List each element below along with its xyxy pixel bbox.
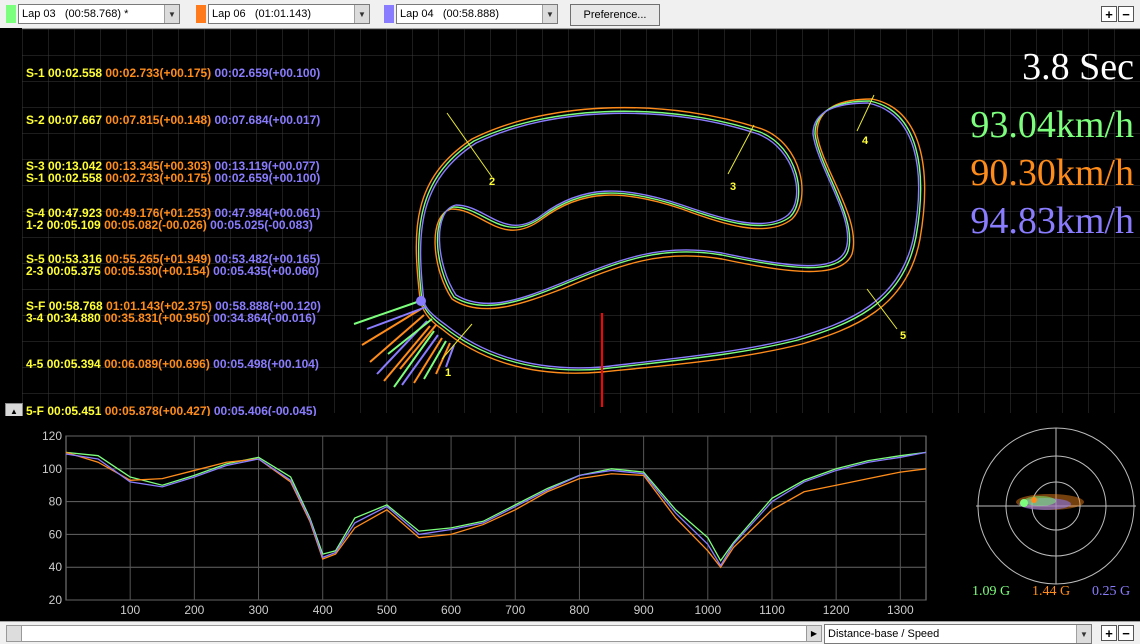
chart-x-tick-label: 1000 bbox=[694, 603, 721, 617]
g-force-lap-a: 1.09 G bbox=[972, 584, 1011, 599]
chart-x-tick-label: 100 bbox=[120, 603, 140, 617]
chart-x-tick-label: 400 bbox=[313, 603, 333, 617]
status-bar: ▶ Distance-base / Speed ▼ + − bbox=[0, 621, 1140, 644]
lap-c-combo[interactable]: Lap 04 (00:58.888) ▼ bbox=[396, 4, 558, 24]
chart-x-tick-label: 200 bbox=[184, 603, 204, 617]
chart-series bbox=[65, 451, 927, 569]
elapsed-time-readout: 3.8 Sec bbox=[1022, 46, 1134, 88]
chevron-down-icon[interactable]: ▼ bbox=[164, 5, 179, 23]
lap-a-label: Lap 03 (00:58.768) * bbox=[22, 8, 129, 20]
scrollbar-thumb[interactable] bbox=[7, 626, 22, 641]
speed-readout-lap-b: 90.30km/h bbox=[970, 152, 1134, 194]
sector-marker-1: 1 bbox=[445, 367, 452, 379]
chart-y-tick-label: 80 bbox=[49, 495, 63, 509]
lap-a-combo[interactable]: Lap 03 (00:58.768) * ▼ bbox=[18, 4, 180, 24]
segment-row: 2-3 00:05.375 00:05.530(+00.154) 00:05.4… bbox=[26, 264, 319, 278]
sector-marker-5: 5 bbox=[900, 330, 907, 342]
chart-x-ticks: 100 200 300 400 500 600 700 800 900 1000 1100 1200 1… bbox=[120, 603, 914, 617]
car-position-marker bbox=[416, 296, 426, 306]
segment-times-table: S-1 00:02.558 00:02.733(+00.175) 00:02.6… bbox=[26, 140, 320, 450]
chart-y-ticks: 20 40 60 80 100 120 bbox=[42, 429, 62, 607]
lap-a-color-swatch bbox=[6, 5, 16, 23]
chart-x-tick-label: 1300 bbox=[887, 603, 914, 617]
lap-selector-c[interactable]: Lap 04 (00:58.888) ▼ bbox=[384, 4, 558, 24]
chart-y-tick-label: 120 bbox=[42, 429, 62, 443]
lap-c-label: Lap 04 (00:58.888) bbox=[400, 8, 500, 20]
distance-scrollbar[interactable]: ▶ bbox=[6, 625, 822, 642]
chevron-down-icon[interactable]: ▼ bbox=[542, 5, 557, 23]
lap-selector-b[interactable]: Lap 06 (01:01.143) ▼ bbox=[196, 4, 370, 24]
chart-x-tick-label: 600 bbox=[441, 603, 461, 617]
zoom-out-button[interactable]: − bbox=[1118, 6, 1134, 22]
sector-marker-3: 3 bbox=[730, 181, 737, 193]
chart-x-tick-label: 1100 bbox=[759, 603, 785, 617]
chart-series-line bbox=[65, 451, 927, 567]
left-strip bbox=[0, 28, 22, 414]
chart-mode-label: Distance-base / Speed bbox=[828, 628, 940, 640]
zoom-in-button[interactable]: + bbox=[1101, 6, 1117, 22]
lap-selector-a[interactable]: Lap 03 (00:58.768) * ▼ bbox=[6, 4, 180, 24]
speed-readout-lap-a: 93.04km/h bbox=[970, 104, 1134, 146]
segment-row: S-1 00:02.558 00:02.733(+00.175) 00:02.6… bbox=[26, 171, 321, 185]
lap-b-combo[interactable]: Lap 06 (01:01.143) ▼ bbox=[208, 4, 370, 24]
segment-row: 1-2 00:05.109 00:05.082(-00.026) 00:05.0… bbox=[26, 217, 313, 232]
chevron-down-icon[interactable]: ▼ bbox=[354, 5, 369, 23]
chart-mode-select[interactable]: Distance-base / Speed ▼ bbox=[824, 624, 1092, 644]
lap-c-color-swatch bbox=[384, 5, 394, 23]
lap-toolbar: Lap 03 (00:58.768) * ▼ Lap 06 (01:01.143… bbox=[0, 0, 1140, 29]
chart-x-tick-label: 800 bbox=[569, 603, 589, 617]
preference-button[interactable]: Preference... bbox=[570, 4, 660, 26]
sector-marker-2: 2 bbox=[489, 176, 496, 188]
chart-x-tick-label: 700 bbox=[505, 603, 525, 617]
segment-row: 4-5 00:05.394 00:06.089(+00.696) 00:05.4… bbox=[26, 357, 319, 371]
chevron-right-icon[interactable]: ▶ bbox=[806, 626, 821, 641]
speed-readout-lap-c: 94.83km/h bbox=[970, 200, 1134, 242]
lap-b-label: Lap 06 (01:01.143) bbox=[212, 8, 312, 20]
sector-marker-4: 4 bbox=[862, 135, 869, 147]
chevron-down-icon[interactable]: ▼ bbox=[1076, 625, 1091, 643]
chart-zoom-in-button[interactable]: + bbox=[1101, 625, 1117, 641]
lower-panel: 20 40 60 80 100 120 100 200 300 400 500 600 700 800 9… bbox=[0, 416, 1140, 621]
chart-y-tick-label: 60 bbox=[49, 527, 63, 541]
chart-x-tick-label: 300 bbox=[249, 603, 269, 617]
track-map-panel[interactable]: 1 2 3 4 5 S-1 00:02.558 00:02.733(+00.17… bbox=[22, 29, 1140, 418]
chart-series-line bbox=[65, 451, 927, 569]
speed-chart[interactable]: 20 40 60 80 100 120 100 200 300 400 500 600 700 800 9… bbox=[0, 416, 1140, 621]
chevron-up-icon[interactable]: ▲ bbox=[10, 407, 18, 416]
g-force-lap-b: 1.44 G bbox=[1032, 584, 1071, 599]
lap-b-color-swatch bbox=[196, 5, 206, 23]
chart-y-tick-label: 100 bbox=[42, 462, 62, 476]
chart-x-tick-label: 500 bbox=[377, 603, 397, 617]
chart-y-tick-label: 20 bbox=[49, 593, 63, 607]
g-force-circle bbox=[976, 427, 1136, 585]
chart-x-tick-label: 900 bbox=[634, 603, 654, 617]
g-force-lap-c: 0.25 G bbox=[1092, 584, 1131, 599]
chart-x-tick-label: 1200 bbox=[823, 603, 850, 617]
sector-row: S-2 00:07.667 00:07.815(+00.148) 00:07.6… bbox=[26, 112, 321, 127]
chart-zoom-out-button[interactable]: − bbox=[1118, 625, 1134, 641]
chart-y-tick-label: 40 bbox=[49, 560, 63, 574]
segment-row: 3-4 00:34.880 00:35.831(+00.950) 00:34.8… bbox=[26, 310, 316, 325]
sector-row: S-1 00:02.558 00:02.733(+00.175) 00:02.6… bbox=[26, 66, 321, 80]
